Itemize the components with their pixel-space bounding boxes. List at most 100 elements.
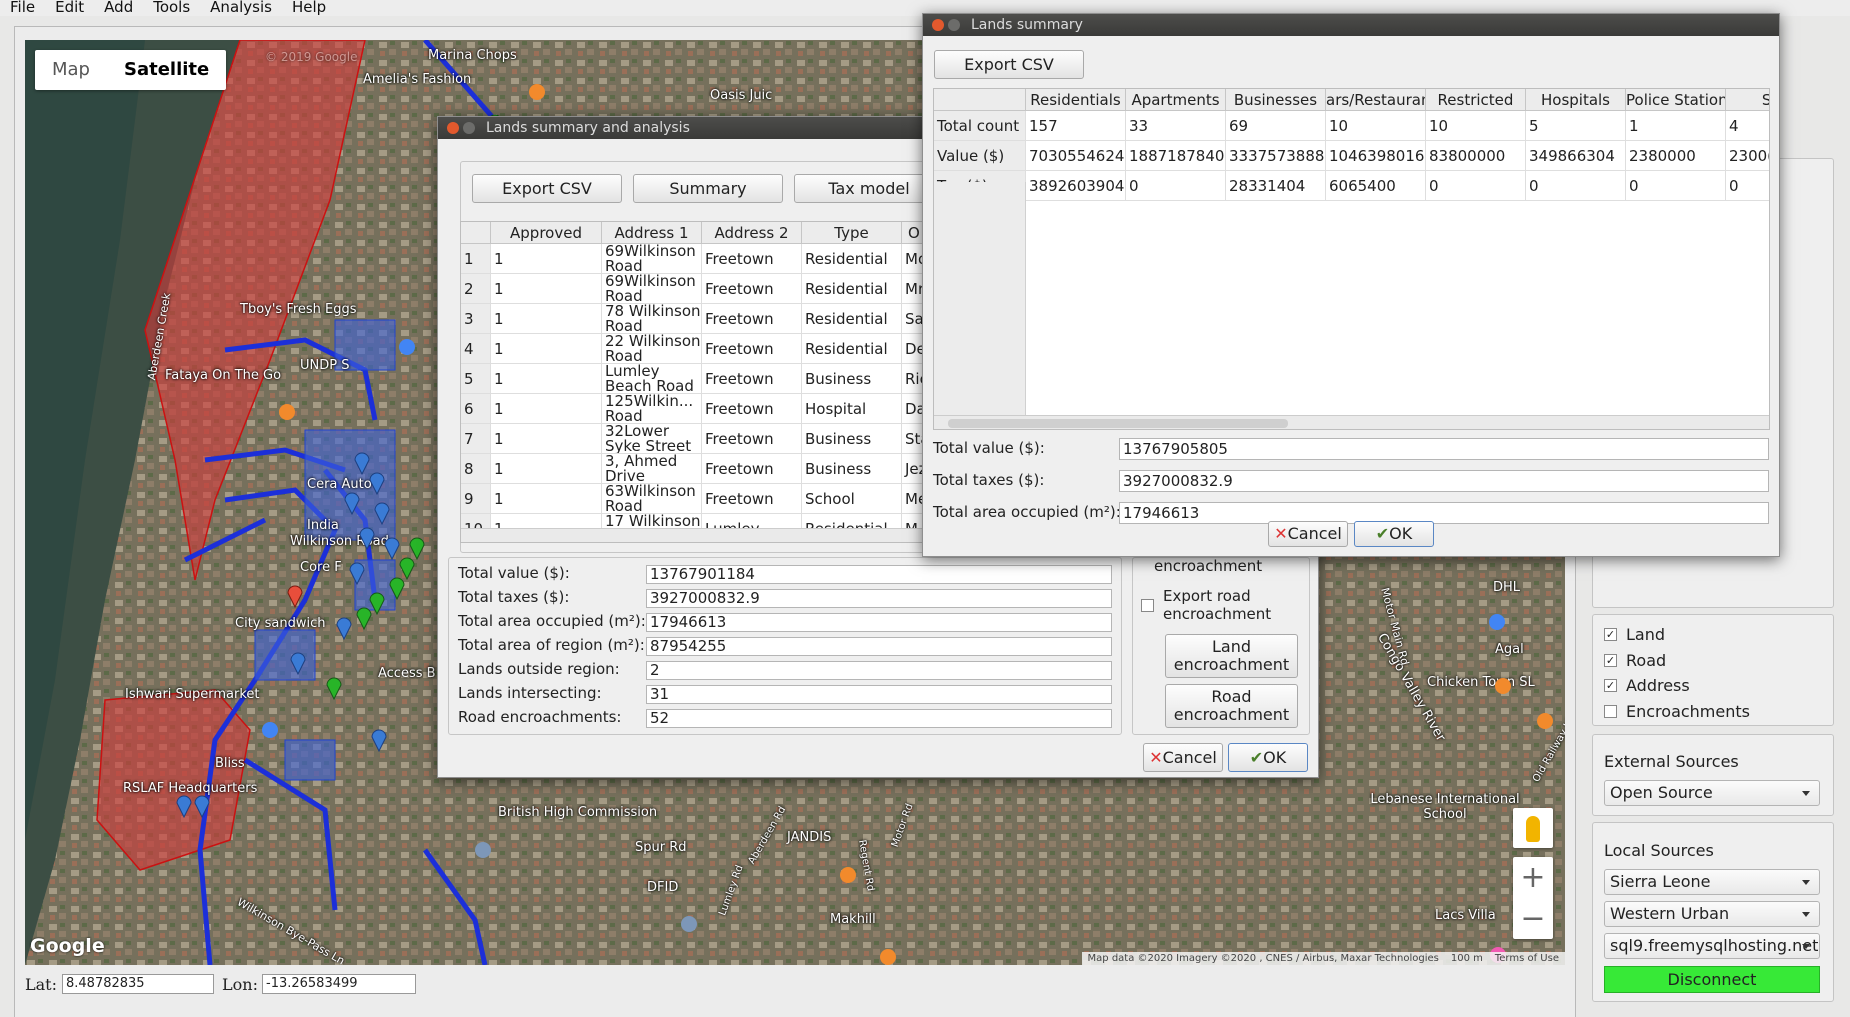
table-cell[interactable]: School: [802, 484, 902, 514]
stat-value-field[interactable]: 2: [646, 661, 1112, 680]
database-select[interactable]: sql9.freemysqlhosting.net: [1604, 933, 1820, 959]
table-cell[interactable]: 3, Ahmed Drive: [602, 454, 702, 484]
summary-cell[interactable]: 157: [1026, 111, 1126, 141]
stat-value-field[interactable]: 17946613: [646, 613, 1112, 632]
col-address1[interactable]: Address 1: [602, 222, 702, 244]
table-cell[interactable]: 125Wilkin... Road: [602, 394, 702, 424]
summary-cell[interactable]: 1046398016: [1326, 141, 1426, 171]
table-cell[interactable]: Residential: [802, 334, 902, 364]
table-cell[interactable]: 1: [491, 244, 602, 274]
summary-cell[interactable]: 7030554624: [1026, 141, 1126, 171]
summary-col-header[interactable]: Apartments: [1126, 89, 1226, 111]
summary-button[interactable]: Summary: [633, 174, 783, 203]
summary-col-header[interactable]: Businesses: [1226, 89, 1326, 111]
summary-cell[interactable]: 0: [1626, 171, 1726, 201]
zoom-out-button[interactable]: −: [1513, 898, 1553, 939]
summary-cell[interactable]: 28331404: [1226, 171, 1326, 201]
summary-cell[interactable]: 4: [1726, 111, 1769, 141]
summary-cell[interactable]: 1887187840: [1126, 141, 1226, 171]
total-value-field[interactable]: 13767905805: [1119, 438, 1769, 460]
analysis-ok-button[interactable]: ✔OK: [1228, 743, 1308, 772]
summary-col-header[interactable]: Police Station:: [1626, 89, 1726, 111]
row-number[interactable]: 2: [461, 274, 491, 304]
summary-cell[interactable]: 5: [1526, 111, 1626, 141]
table-cell[interactable]: 1: [491, 364, 602, 394]
summary-cell[interactable]: 0: [1726, 171, 1769, 201]
table-cell[interactable]: Freetown: [702, 274, 802, 304]
summary-titlebar[interactable]: Lands summary: [923, 14, 1779, 36]
summary-col-header[interactable]: Hospitals: [1526, 89, 1626, 111]
summary-col-header[interactable]: Sch: [1726, 89, 1769, 111]
table-cell[interactable]: Freetown: [702, 424, 802, 454]
close-icon[interactable]: [447, 122, 459, 134]
table-cell[interactable]: Freetown: [702, 364, 802, 394]
road-encroachment-button[interactable]: Road encroachment: [1165, 684, 1298, 728]
row-number[interactable]: 4: [461, 334, 491, 364]
table-cell[interactable]: Business: [802, 454, 902, 484]
stat-value-field[interactable]: 31: [646, 685, 1112, 704]
menu-tools[interactable]: Tools: [143, 0, 200, 16]
row-number[interactable]: 6: [461, 394, 491, 424]
layer-encroachments-checkbox[interactable]: Encroachments: [1604, 702, 1750, 721]
row-number[interactable]: 7: [461, 424, 491, 454]
row-number[interactable]: 9: [461, 484, 491, 514]
analysis-export-csv-button[interactable]: Export CSV: [472, 174, 622, 203]
summary-cell[interactable]: 349866304: [1526, 141, 1626, 171]
lat-field[interactable]: 8.48782835: [62, 974, 214, 994]
table-cell[interactable]: 1: [491, 484, 602, 514]
table-cell[interactable]: 1: [491, 274, 602, 304]
table-cell[interactable]: Business: [802, 364, 902, 394]
table-cell[interactable]: 1: [491, 304, 602, 334]
layer-road-checkbox[interactable]: ✓ Road: [1604, 651, 1666, 670]
layer-address-checkbox[interactable]: ✓ Address: [1604, 676, 1690, 695]
row-number[interactable]: 1: [461, 244, 491, 274]
summary-ok-button[interactable]: ✔OK: [1354, 521, 1434, 547]
table-cell[interactable]: Hospital: [802, 394, 902, 424]
summary-cell[interactable]: 1: [1626, 111, 1726, 141]
summary-cell[interactable]: 0: [1526, 171, 1626, 201]
lon-field[interactable]: -13.26583499: [262, 974, 416, 994]
summary-cell[interactable]: 3892603904: [1026, 171, 1126, 201]
table-cell[interactable]: 69Wilkinson Road: [602, 274, 702, 304]
summary-cell[interactable]: 69: [1226, 111, 1326, 141]
table-cell[interactable]: Residential: [802, 274, 902, 304]
col-approved[interactable]: Approved: [491, 222, 602, 244]
layer-land-checkbox[interactable]: ✓ Land: [1604, 625, 1665, 644]
summary-cell[interactable]: 2300(: [1726, 141, 1769, 171]
summary-cell[interactable]: 83800000: [1426, 141, 1526, 171]
external-source-select[interactable]: Open Source: [1604, 780, 1820, 806]
table-cell[interactable]: Freetown: [702, 394, 802, 424]
row-number[interactable]: 3: [461, 304, 491, 334]
menu-edit[interactable]: Edit: [45, 0, 94, 16]
total-area-field[interactable]: 17946613: [1119, 502, 1769, 524]
land-encroachment-button[interactable]: Land encroachment: [1165, 634, 1298, 678]
menu-help[interactable]: Help: [282, 0, 336, 16]
table-cell[interactable]: 32Lower Syke Street: [602, 424, 702, 454]
col-address2[interactable]: Address 2: [702, 222, 802, 244]
summary-col-header[interactable]: Restricted: [1426, 89, 1526, 111]
export-road-encroachment-checkbox[interactable]: Export road encroachment: [1141, 587, 1273, 623]
total-taxes-field[interactable]: 3927000832.9: [1119, 470, 1769, 492]
table-cell[interactable]: 69Wilkinson Road: [602, 244, 702, 274]
summary-cell[interactable]: 0: [1126, 171, 1226, 201]
summary-cell[interactable]: 6065400: [1326, 171, 1426, 201]
table-cell[interactable]: 22 Wilkinson Road: [602, 334, 702, 364]
summary-cell[interactable]: 10: [1426, 111, 1526, 141]
summary-col-header[interactable]: ars/Restauran: [1326, 89, 1426, 111]
table-cell[interactable]: Freetown: [702, 334, 802, 364]
table-cell[interactable]: 78 Wilkinson Road: [602, 304, 702, 334]
minimize-icon[interactable]: [463, 122, 475, 134]
summary-cell[interactable]: 0: [1426, 171, 1526, 201]
summary-cell[interactable]: 33: [1126, 111, 1226, 141]
col-type[interactable]: Type: [802, 222, 902, 244]
table-cell[interactable]: 1: [491, 454, 602, 484]
summary-row-header[interactable]: Value ($): [934, 141, 1026, 171]
summary-row-header[interactable]: Total count: [934, 111, 1026, 141]
stat-value-field[interactable]: 13767901184: [646, 565, 1112, 584]
row-number[interactable]: 5: [461, 364, 491, 394]
row-number[interactable]: 8: [461, 454, 491, 484]
minimize-icon[interactable]: [948, 19, 960, 31]
zoom-in-button[interactable]: +: [1513, 857, 1553, 898]
table-cell[interactable]: Business: [802, 424, 902, 454]
menu-file[interactable]: File: [0, 0, 45, 16]
